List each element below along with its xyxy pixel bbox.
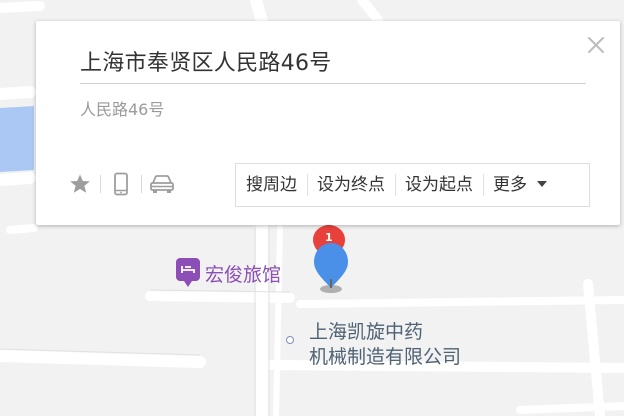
place-title: 上海市奉贤区人民路46号 bbox=[80, 51, 332, 76]
water-area bbox=[0, 106, 34, 172]
set-origin-button[interactable]: 设为起点 bbox=[395, 164, 483, 206]
company-poi-line1: 上海凯旋中药 bbox=[309, 321, 424, 343]
drive-route-button[interactable] bbox=[148, 170, 176, 198]
company-poi-line2: 机械制造有限公司 bbox=[309, 346, 462, 368]
hotel-icon[interactable] bbox=[176, 258, 200, 288]
icon-divider bbox=[141, 175, 142, 193]
favorite-button[interactable] bbox=[66, 170, 94, 198]
phone-icon bbox=[114, 172, 128, 196]
set-destination-button[interactable]: 设为终点 bbox=[307, 164, 395, 206]
marker-badge-text: 1 bbox=[325, 231, 333, 244]
star-icon bbox=[70, 174, 90, 193]
hotel-poi-label[interactable]: 宏俊旅馆 bbox=[205, 260, 281, 287]
more-button[interactable]: 更多 bbox=[483, 164, 557, 206]
place-address: 人民路46号 bbox=[80, 100, 165, 119]
quick-icons bbox=[66, 169, 176, 199]
close-icon bbox=[588, 37, 604, 53]
company-poi-label[interactable]: 上海凯旋中药 机械制造有限公司 bbox=[309, 320, 461, 370]
search-nearby-button[interactable]: 搜周边 bbox=[236, 164, 307, 206]
company-poi-dot[interactable] bbox=[286, 336, 294, 344]
close-button[interactable] bbox=[584, 33, 608, 57]
send-to-phone-button[interactable] bbox=[107, 170, 135, 198]
caret-down-icon bbox=[537, 181, 547, 187]
more-label: 更多 bbox=[493, 175, 527, 195]
action-bar: 搜周边 设为终点 设为起点 更多 bbox=[235, 163, 590, 207]
place-info-card: 上海市奉贤区人民路46号 人民路46号 搜周边 设为终点 设为起点 更多 bbox=[36, 21, 620, 225]
car-icon bbox=[150, 175, 174, 193]
title-divider bbox=[80, 83, 586, 84]
icon-divider bbox=[100, 175, 101, 193]
